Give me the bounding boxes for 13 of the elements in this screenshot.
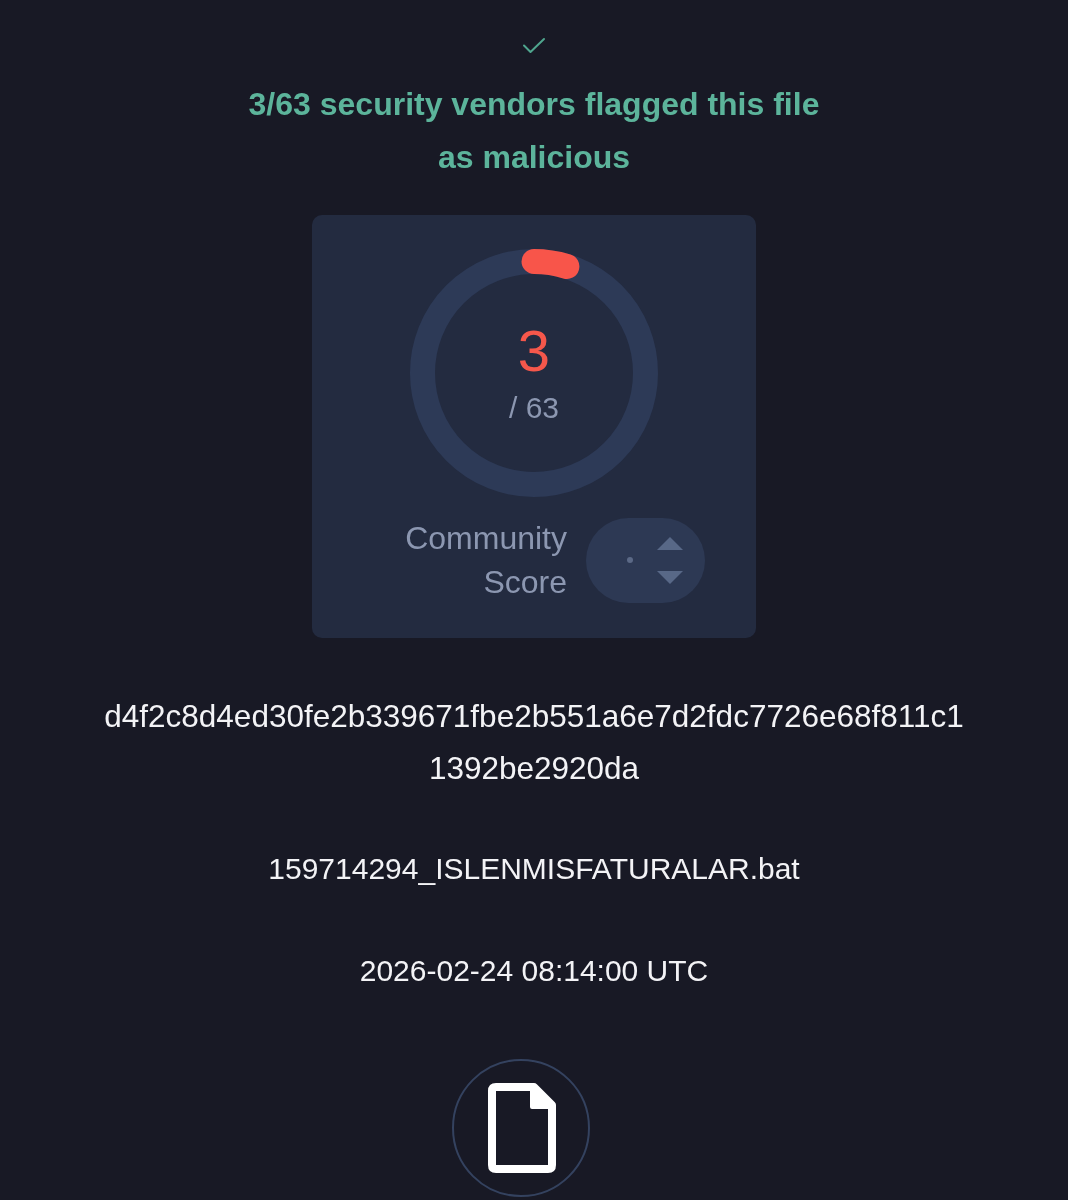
file-hash: d4f2c8d4ed30fe2b339671fbe2b551a6e7d2fdc7726e68f811c11392be2920da [103, 697, 965, 788]
document-icon [452, 1059, 590, 1197]
checkmark-icon [522, 37, 546, 55]
detection-count: 3 [517, 320, 551, 381]
vendor-total: / 63 [508, 389, 559, 426]
community-score-label: Community Score [404, 519, 567, 602]
caret-down-icon[interactable] [657, 570, 683, 584]
file-name: 159714294_ISLENMISFATURALAR.bat [268, 851, 800, 887]
detection-arc [521, 249, 580, 279]
dot-icon [627, 557, 633, 563]
caret-up-icon[interactable] [657, 536, 683, 550]
scan-date: 2026-02-24 08:14:00 UTC [359, 953, 709, 989]
verdict-message: 3/63 security vendors flagged this file as malicious [247, 85, 821, 177]
